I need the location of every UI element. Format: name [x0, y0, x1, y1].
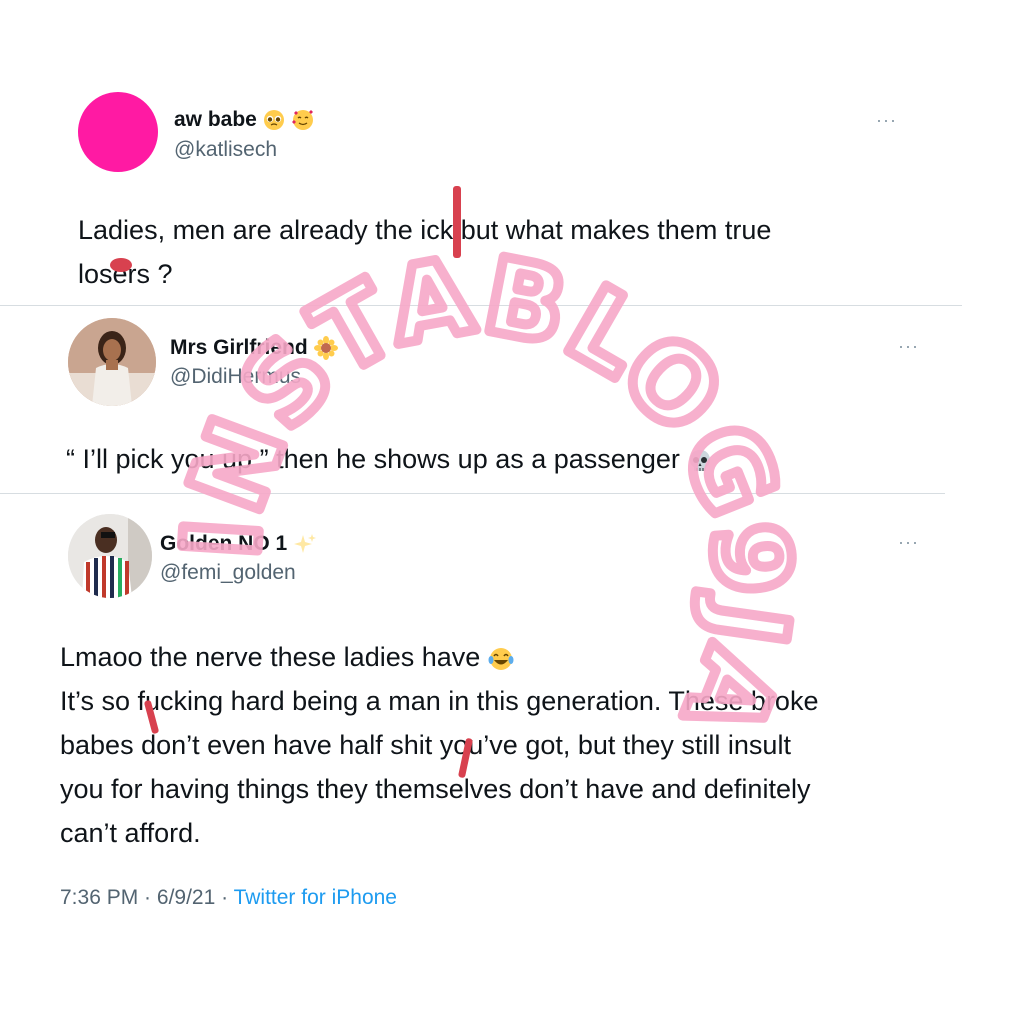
- display-name-text: aw babe: [174, 108, 257, 131]
- sparkles-emoji-icon: [294, 534, 317, 554]
- divider: [0, 493, 945, 494]
- smiling-face-with-hearts-emoji-icon: [291, 110, 313, 131]
- tweet-text-line: It’s so fucking hard being a man in this…: [60, 686, 819, 716]
- tweet-text: Ladies, men are already the ick but what…: [78, 208, 938, 296]
- more-options-icon[interactable]: ···: [898, 336, 919, 357]
- tweet-text-line: “ I’ll pick you up ” then he shows up as…: [66, 444, 680, 474]
- separator: ·: [215, 886, 234, 909]
- tweet-text-line: Lmaoo the nerve these ladies have: [60, 635, 960, 679]
- instablog9ja-watermark: INSTABLOG9JA: [155, 229, 817, 759]
- avatar[interactable]: [68, 318, 156, 406]
- handle[interactable]: @femi_golden: [160, 561, 296, 585]
- tears-of-joy-emoji-icon: [488, 647, 514, 670]
- skull-emoji-icon: [690, 449, 711, 471]
- more-options-icon[interactable]: ···: [876, 110, 897, 131]
- tweet-text-line-content: Lmaoo the nerve these ladies have: [60, 642, 481, 672]
- avatar[interactable]: [78, 92, 158, 172]
- display-name-text: Golden NO 1: [160, 532, 288, 555]
- tweet-text-line: can’t afford.: [60, 818, 201, 848]
- display-name[interactable]: aw babe: [174, 108, 315, 132]
- divider: [0, 305, 962, 306]
- tweet-text-line: babes don’t even have half shit you’ve g…: [60, 730, 791, 760]
- avatar-photo: [68, 318, 156, 406]
- display-name[interactable]: Golden NO 1: [160, 532, 317, 556]
- display-name-text: Mrs Girlfriend: [170, 336, 308, 359]
- handle[interactable]: @DidiHermus: [170, 365, 301, 389]
- handle[interactable]: @katlisech: [174, 138, 277, 162]
- tweet-text: “ I’ll pick you up ” then he shows up as…: [66, 437, 946, 481]
- tweet-date[interactable]: 6/9/21: [157, 886, 215, 909]
- tweet-time[interactable]: 7:36 PM: [60, 886, 138, 909]
- sunflower-emoji-icon: [313, 336, 338, 361]
- redaction-mark: [453, 186, 461, 258]
- display-name[interactable]: Mrs Girlfriend: [170, 336, 338, 361]
- separator: ·: [138, 886, 157, 909]
- avatar-photo: [68, 514, 152, 598]
- tweet-text-line: you for having things they themselves do…: [60, 774, 811, 804]
- redaction-mark: [110, 258, 132, 272]
- more-options-icon[interactable]: ···: [898, 532, 919, 553]
- tweet-text-line: Ladies, men are already the ick but what…: [78, 215, 772, 245]
- tweet-timestamp: 7:36 PM · 6/9/21 · Twitter for iPhone: [60, 886, 397, 910]
- pleading-face-emoji-icon: [263, 110, 284, 131]
- tweet-text: Lmaoo the nerve these ladies have It’s s…: [60, 635, 960, 855]
- tweet-source-link[interactable]: Twitter for iPhone: [234, 886, 397, 909]
- tweet-text-line: losers ?: [78, 259, 173, 289]
- avatar[interactable]: [68, 514, 152, 598]
